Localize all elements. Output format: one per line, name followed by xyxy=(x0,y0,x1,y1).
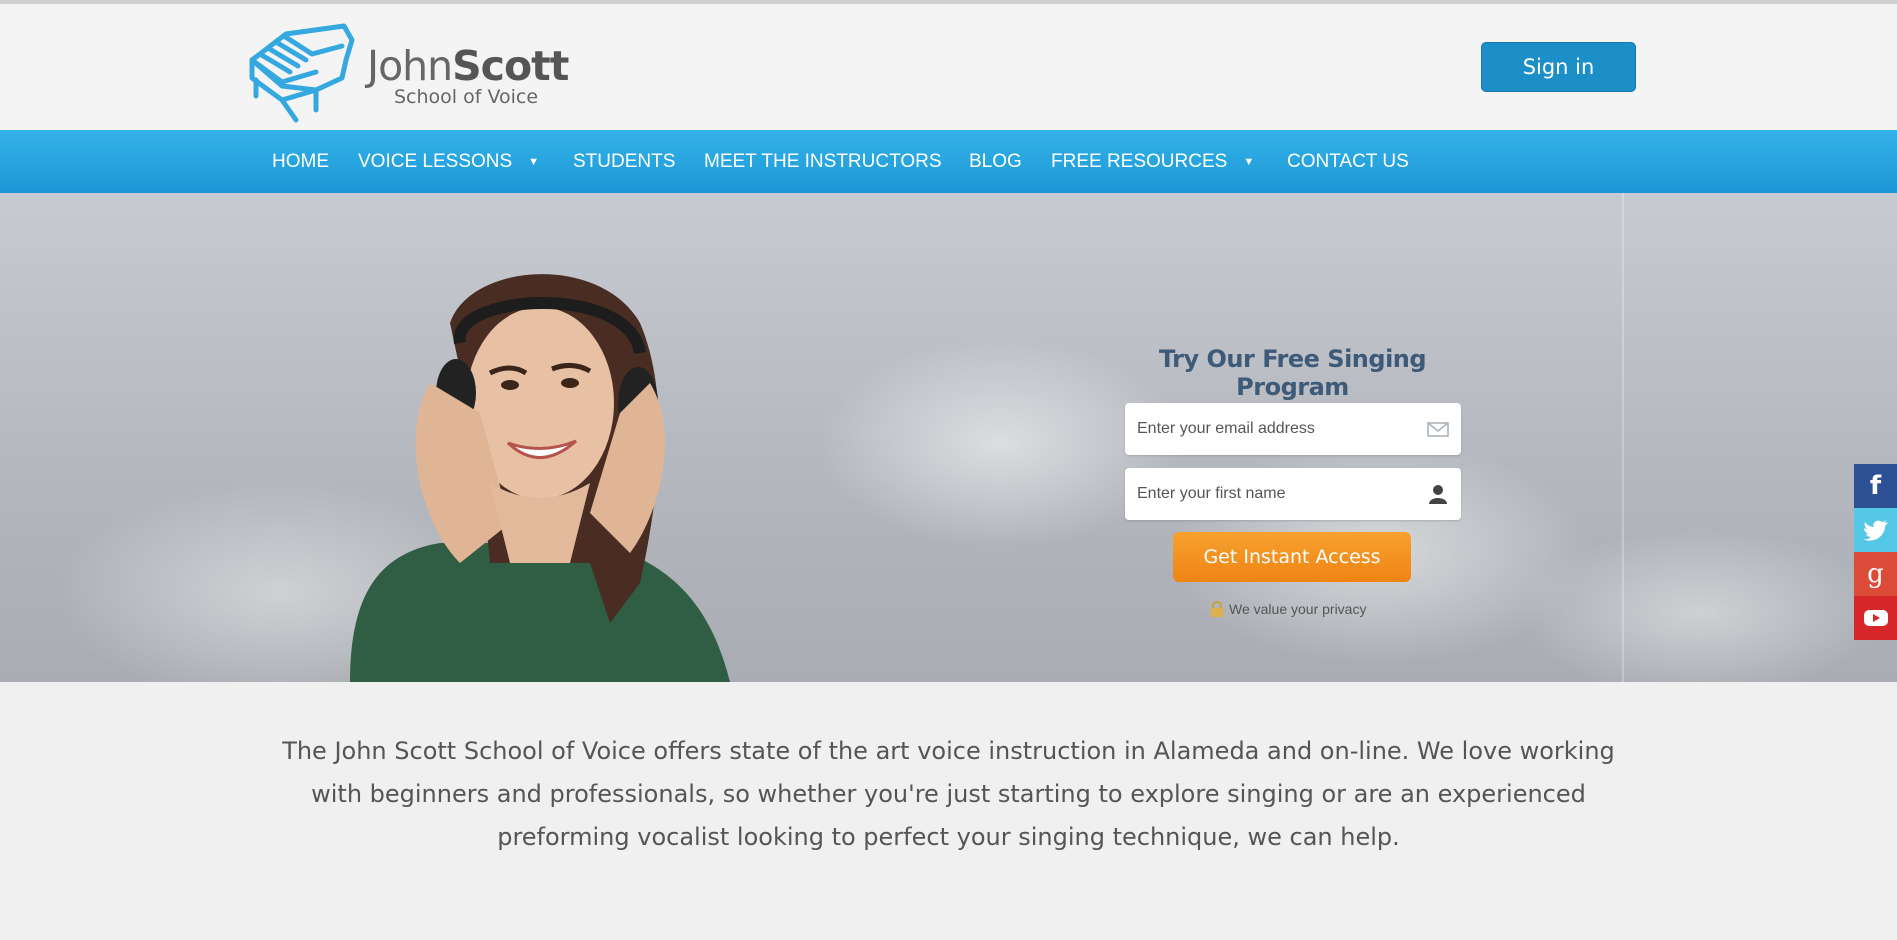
logo-wordmark: JohnScott xyxy=(367,42,569,90)
name-field-wrapper xyxy=(1125,468,1461,520)
twitter-share-button[interactable] xyxy=(1854,508,1897,552)
lock-icon xyxy=(1211,601,1223,617)
twitter-icon xyxy=(1862,520,1888,541)
logo-first-name: John xyxy=(367,42,453,90)
site-header: JohnScott School of Voice Sign in xyxy=(0,4,1897,130)
nav-item-label: BLOG xyxy=(969,150,1022,172)
dropdown-caret-icon: ▼ xyxy=(1243,155,1255,168)
nav-item-blog[interactable]: BLOG xyxy=(969,130,1022,193)
nav-item-label: VOICE LESSONS xyxy=(358,150,513,172)
nav-item-label: CONTACT US xyxy=(1287,150,1409,172)
nav-item-free-resources[interactable]: FREE RESOURCES ▼ xyxy=(1051,130,1254,193)
facebook-icon: f xyxy=(1869,471,1882,501)
nav-item-home[interactable]: HOME xyxy=(272,130,329,193)
main-nav: HOME VOICE LESSONS ▼ STUDENTS MEET THE I… xyxy=(0,130,1897,193)
woman-with-headphones-image xyxy=(350,274,730,682)
piano-logo-icon xyxy=(249,23,355,123)
nav-item-label: HOME xyxy=(272,150,329,172)
email-field[interactable] xyxy=(1137,403,1417,455)
logo-last-name: Scott xyxy=(452,42,569,90)
nav-item-label: MEET THE INSTRUCTORS xyxy=(704,150,942,172)
privacy-note: We value your privacy xyxy=(1210,599,1380,619)
first-name-field[interactable] xyxy=(1137,468,1417,520)
privacy-text: We value your privacy xyxy=(1229,601,1367,617)
nav-item-students[interactable]: STUDENTS xyxy=(573,130,675,193)
google-plus-share-button[interactable]: g xyxy=(1854,552,1897,596)
email-field-wrapper xyxy=(1125,403,1461,455)
person-icon xyxy=(1429,485,1447,504)
optin-title: Try Our Free Singing Program xyxy=(1158,345,1427,401)
nav-item-label: FREE RESOURCES xyxy=(1051,150,1228,172)
intro-paragraph: The John Scott School of Voice offers st… xyxy=(282,737,1615,851)
nav-item-contact-us[interactable]: CONTACT US xyxy=(1287,130,1409,193)
get-instant-access-button[interactable]: Get Instant Access xyxy=(1173,532,1411,582)
google-plus-icon: g xyxy=(1867,559,1884,589)
facebook-share-button[interactable]: f xyxy=(1854,464,1897,508)
envelope-icon xyxy=(1427,422,1449,437)
sign-in-button[interactable]: Sign in xyxy=(1481,42,1636,92)
dropdown-caret-icon: ▼ xyxy=(528,155,540,168)
hero-divider xyxy=(1622,193,1624,682)
site-logo[interactable]: JohnScott School of Voice xyxy=(246,20,576,124)
hero-banner: Try Our Free Singing Program Get Instant… xyxy=(0,193,1897,682)
logo-subtitle: School of Voice xyxy=(394,86,539,108)
nav-item-voice-lessons[interactable]: VOICE LESSONS ▼ xyxy=(358,130,539,193)
nav-item-meet-the-instructors[interactable]: MEET THE INSTRUCTORS xyxy=(704,130,942,193)
nav-item-label: STUDENTS xyxy=(573,150,676,172)
youtube-icon xyxy=(1863,610,1888,626)
youtube-share-button[interactable] xyxy=(1854,596,1897,640)
